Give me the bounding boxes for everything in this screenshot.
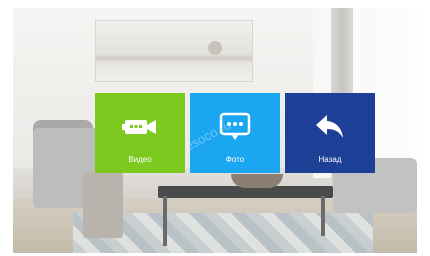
- back-tile-label: Назад: [318, 155, 342, 164]
- photo-tile[interactable]: Фото: [190, 93, 280, 173]
- screen: Видео Фото Назад esoco.ru: [13, 8, 417, 253]
- video-tile-label: Видео: [128, 155, 152, 164]
- background-throw: [83, 173, 123, 238]
- video-tile[interactable]: Видео: [95, 93, 185, 173]
- back-tile[interactable]: Назад: [285, 93, 375, 173]
- photo-tile-label: Фото: [225, 155, 245, 164]
- back-arrow-icon: [315, 112, 345, 142]
- background-painting: [95, 20, 253, 82]
- background-table-leg: [163, 196, 167, 246]
- video-camera-icon: [122, 112, 158, 142]
- background-table-leg: [321, 196, 325, 236]
- background-bowl: [231, 174, 283, 188]
- photo-chat-icon: [219, 112, 251, 142]
